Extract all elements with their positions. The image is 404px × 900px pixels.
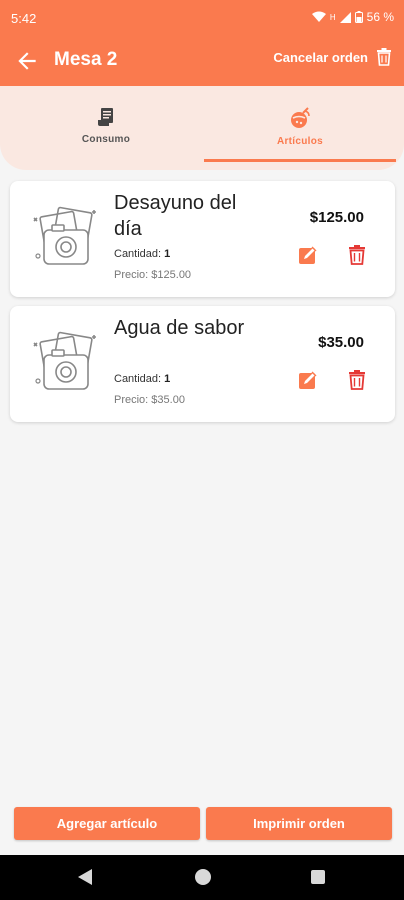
edit-icon[interactable]	[299, 371, 317, 389]
order-item-card[interactable]: Desayuno del día Cantidad: 1 Precio: $12…	[10, 181, 395, 297]
item-name: Agua de sabor	[114, 317, 245, 339]
status-icons: H 56 %	[311, 10, 394, 24]
photo-placeholder-icon	[33, 206, 96, 265]
delete-icon[interactable]	[348, 370, 366, 390]
item-name: Desayuno del día	[114, 192, 237, 240]
system-nav-bar	[0, 855, 404, 900]
item-quantity-label: Cantidad:	[114, 248, 162, 260]
item-total: $35.00	[318, 334, 364, 351]
item-unit-price: Precio: $125.00	[114, 269, 192, 281]
tab-articulos-label: Artículos	[276, 136, 324, 147]
page-title: Mesa 2	[54, 49, 118, 70]
nav-recents-icon[interactable]	[311, 870, 325, 884]
item-quantity-label: Cantidad:	[114, 373, 162, 385]
edit-icon[interactable]	[299, 246, 317, 264]
print-order-button[interactable]: Imprimir orden	[206, 807, 392, 840]
tab-consumo-label: Consumo	[81, 134, 131, 145]
network-type: H	[329, 12, 336, 22]
order-item-card[interactable]: Agua de sabor Cantidad: 1 Precio: $35.00…	[10, 306, 395, 422]
item-total: $125.00	[309, 209, 364, 226]
wifi-icon	[311, 11, 326, 22]
item-unit-price: Precio: $35.00	[114, 394, 185, 406]
tab-bar: Consumo Artículos	[0, 86, 404, 170]
tab-articulos[interactable]: Artículos	[204, 86, 396, 162]
nav-back-icon[interactable]	[78, 869, 92, 885]
item-quantity-value: 1	[164, 373, 171, 385]
signal-icon	[339, 11, 351, 23]
back-arrow-icon[interactable]	[14, 48, 40, 74]
app-bar: Mesa 2 Cancelar orden	[0, 36, 404, 86]
nav-home-icon[interactable]	[195, 869, 211, 885]
cancel-order-label: Cancelar orden	[273, 49, 368, 65]
add-item-button[interactable]: Agregar artículo	[14, 807, 200, 840]
item-quantity-value: 1	[164, 248, 171, 260]
battery-level: 56 %	[366, 10, 394, 24]
item-quantity: Cantidad: 1	[114, 373, 170, 385]
photo-placeholder-icon	[33, 331, 96, 390]
item-quantity: Cantidad: 1	[114, 248, 170, 260]
cancel-order-button[interactable]: Cancelar orden	[273, 48, 392, 66]
receipt-icon	[98, 108, 113, 126]
tab-consumo[interactable]: Consumo	[10, 86, 202, 162]
status-time: 5:42	[11, 11, 37, 26]
food-icon	[291, 107, 310, 128]
trash-icon	[377, 48, 391, 66]
battery-icon	[354, 11, 363, 23]
status-bar: 5:42 H 56 %	[0, 0, 404, 36]
delete-icon[interactable]	[348, 245, 366, 265]
